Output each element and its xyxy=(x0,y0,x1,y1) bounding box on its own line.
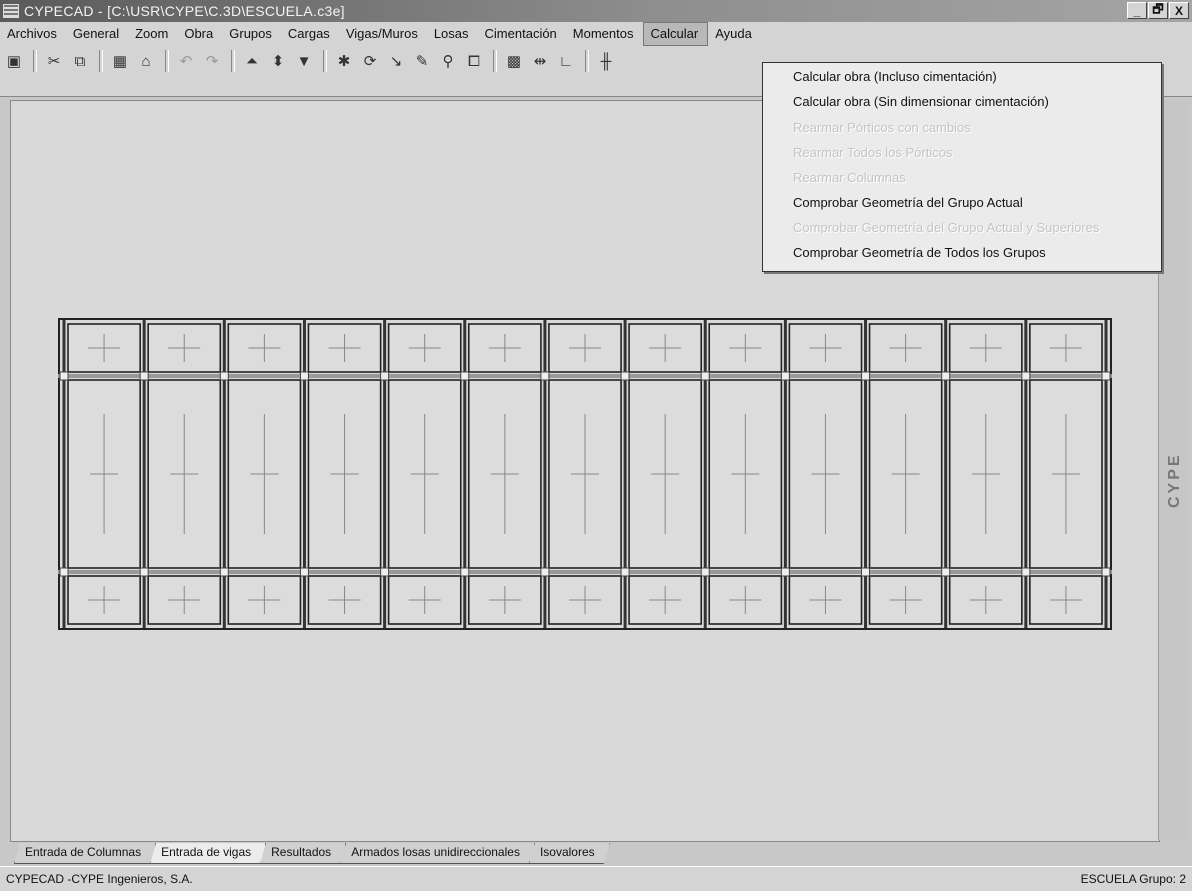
column-node xyxy=(380,371,390,381)
redo-icon[interactable]: ↷ xyxy=(200,50,224,72)
vertical-scrollbar[interactable]: CYPE xyxy=(1158,100,1189,840)
title-bar: CYPECAD - [C:\USR\CYPE\C.3D\ESCUELA.c3e]… xyxy=(0,0,1192,22)
tab-entrada-vigas[interactable]: Entrada de vigas xyxy=(150,843,266,864)
menu-losas[interactable]: Losas xyxy=(427,22,478,46)
view-tabs: Entrada de Columnas Entrada de vigas Res… xyxy=(14,842,604,864)
menu-vigas-muros[interactable]: Vigas/Muros xyxy=(339,22,427,46)
status-company: CYPECAD -CYPE Ingenieros, S.A. xyxy=(6,872,193,886)
toolbar-row: ▣ ✂ ⧉ ▦ ⌂ ↶ ↷ ⏶ ⬍ ▼ ✱ ⟳ ↘ ✎ ⚲ ⧠ ▩ ⇹ ∟ ╫ xyxy=(2,50,620,72)
home-icon[interactable]: ⌂ xyxy=(134,50,158,72)
menu-zoom[interactable]: Zoom xyxy=(128,22,177,46)
column-icon[interactable]: ╫ xyxy=(594,50,618,72)
copy-icon[interactable]: ⧉ xyxy=(68,50,92,72)
column-node xyxy=(1101,371,1111,381)
column-node xyxy=(620,371,630,381)
toolbar-separator xyxy=(165,50,169,72)
menu-bar: Archivos General Zoom Obra Grupos Cargas… xyxy=(0,22,1192,47)
menu-rearmar-todos-porticos: Rearmar Todos los Pórticos xyxy=(793,145,953,160)
move-icon[interactable]: ⇹ xyxy=(528,50,552,72)
menu-grupos[interactable]: Grupos xyxy=(222,22,281,46)
measure-icon[interactable]: ↘ xyxy=(384,50,408,72)
column-node xyxy=(139,371,149,381)
status-bar: CYPECAD -CYPE Ingenieros, S.A. ESCUELA G… xyxy=(0,866,1192,891)
undo-icon[interactable]: ↶ xyxy=(174,50,198,72)
tab-isovalores[interactable]: Isovalores xyxy=(529,843,610,864)
menu-ayuda[interactable]: Ayuda xyxy=(708,22,761,46)
floor-plan-drawing[interactable] xyxy=(58,318,1112,630)
column-node xyxy=(941,371,951,381)
column-node xyxy=(219,567,229,577)
menu-comprobar-geometria-todos[interactable]: Comprobar Geometría de Todos los Grupos xyxy=(793,245,1046,260)
column-node xyxy=(219,371,229,381)
menu-comprobar-geometria-grupo-actual[interactable]: Comprobar Geometría del Grupo Actual xyxy=(793,195,1023,210)
group-updown-icon[interactable]: ⬍ xyxy=(266,50,290,72)
window-controls: _ 🗗 X xyxy=(1127,2,1189,19)
column-node xyxy=(1021,567,1031,577)
menu-rearmar-columnas: Rearmar Columnas xyxy=(793,170,906,185)
toolbar-separator xyxy=(493,50,497,72)
calcular-dropdown: Calcular obra (Incluso cimentación) Calc… xyxy=(762,62,1162,272)
column-node xyxy=(299,371,309,381)
toolbar-separator xyxy=(99,50,103,72)
column-node xyxy=(620,567,630,577)
menu-calcular-obra-sin-dimensionar[interactable]: Calcular obra (Sin dimensionar cimentaci… xyxy=(793,94,1049,109)
column-node xyxy=(540,371,550,381)
cype-logo: CYPE xyxy=(1166,452,1183,508)
minimize-button[interactable]: _ xyxy=(1127,2,1147,19)
column-node xyxy=(941,567,951,577)
app-icon[interactable] xyxy=(3,4,19,18)
column-node xyxy=(700,567,710,577)
menu-rearmar-porticos-cambios: Rearmar Pórticos con cambios xyxy=(793,120,971,135)
menu-obra[interactable]: Obra xyxy=(177,22,222,46)
column-node xyxy=(780,567,790,577)
column-node xyxy=(861,567,871,577)
column-node xyxy=(780,371,790,381)
status-group: ESCUELA Grupo: 2 xyxy=(1080,872,1186,886)
toolbar-separator xyxy=(231,50,235,72)
column-node xyxy=(861,371,871,381)
wand-icon[interactable]: ✱ xyxy=(332,50,356,72)
grid-icon[interactable]: ▩ xyxy=(502,50,526,72)
column-node xyxy=(59,567,69,577)
column-node xyxy=(1101,567,1111,577)
zoom-icon[interactable]: ⚲ xyxy=(436,50,460,72)
column-node xyxy=(1021,371,1031,381)
window-icon[interactable]: ⧠ xyxy=(462,50,486,72)
group-up-icon[interactable]: ⏶ xyxy=(240,50,264,72)
restore-button[interactable]: 🗗 xyxy=(1148,2,1168,19)
column-node xyxy=(460,371,470,381)
save-icon[interactable]: ▣ xyxy=(2,50,26,72)
toolbar-separator xyxy=(585,50,589,72)
menu-general[interactable]: General xyxy=(66,22,128,46)
toolbar-separator xyxy=(323,50,327,72)
menu-cargas[interactable]: Cargas xyxy=(281,22,339,46)
angle-icon[interactable]: ∟ xyxy=(554,50,578,72)
toolbar-separator xyxy=(33,50,37,72)
menu-momentos[interactable]: Momentos xyxy=(566,22,643,46)
column-node xyxy=(700,371,710,381)
menu-comprobar-geometria-grupo-superiores: Comprobar Geometría del Grupo Actual y S… xyxy=(793,220,1100,235)
group-down-icon[interactable]: ▼ xyxy=(292,50,316,72)
column-node xyxy=(540,567,550,577)
column-node xyxy=(380,567,390,577)
pencil-icon[interactable]: ✎ xyxy=(410,50,434,72)
menu-cimentacion[interactable]: Cimentación xyxy=(478,22,566,46)
calculator-icon[interactable]: ▦ xyxy=(108,50,132,72)
tab-armados-losas[interactable]: Armados losas unidireccionales xyxy=(340,843,535,864)
column-node xyxy=(59,371,69,381)
close-button[interactable]: X xyxy=(1169,2,1189,19)
menu-calcular-obra-incluso[interactable]: Calcular obra (Incluso cimentación) xyxy=(793,69,997,84)
rotate-icon[interactable]: ⟳ xyxy=(358,50,382,72)
column-node xyxy=(139,567,149,577)
column-node xyxy=(299,567,309,577)
tab-entrada-columnas[interactable]: Entrada de Columnas xyxy=(14,843,156,864)
column-node xyxy=(460,567,470,577)
cut-icon[interactable]: ✂ xyxy=(42,50,66,72)
menu-calcular[interactable]: Calcular xyxy=(642,22,709,46)
menu-archivos[interactable]: Archivos xyxy=(0,22,66,46)
window-title: CYPECAD - [C:\USR\CYPE\C.3D\ESCUELA.c3e] xyxy=(24,3,345,19)
tab-resultados[interactable]: Resultados xyxy=(260,843,346,864)
